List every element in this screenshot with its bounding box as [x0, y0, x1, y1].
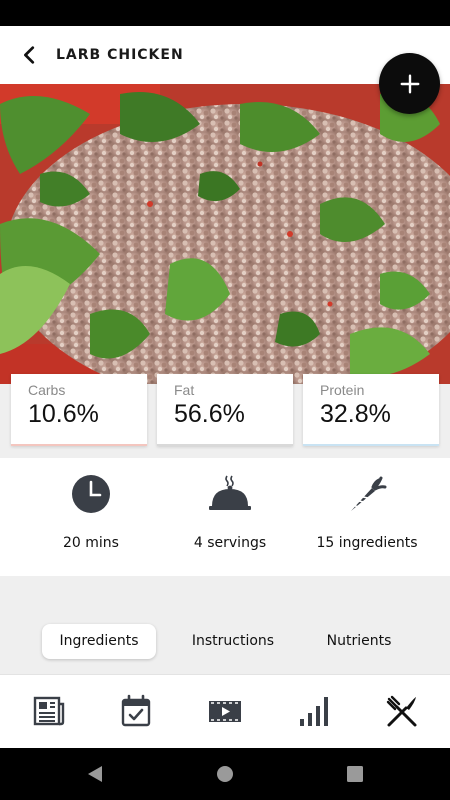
nav-news[interactable] — [31, 693, 67, 729]
system-recents-button[interactable] — [345, 764, 365, 784]
serving-dish-icon — [209, 475, 251, 510]
nav-recipes[interactable] — [384, 693, 420, 729]
macro-card-carbs: Carbs 10.6% — [11, 374, 147, 446]
ingredient-count-label: 15 ingredients — [316, 535, 418, 551]
add-button[interactable] — [379, 53, 440, 114]
bar-chart-icon — [300, 697, 328, 726]
macro-card-protein: Protein 32.8% — [303, 374, 439, 446]
plus-icon — [400, 74, 419, 93]
back-button[interactable] — [0, 26, 60, 84]
fork-knife-icon — [386, 695, 417, 727]
macro-card-fat: Fat 56.6% — [157, 374, 293, 446]
prep-time: 20 mins — [16, 458, 166, 576]
video-icon — [209, 701, 241, 722]
clock-icon — [72, 475, 110, 513]
news-icon — [33, 696, 65, 726]
system-nav-bar — [0, 748, 450, 800]
system-home-button[interactable] — [215, 764, 235, 784]
nav-videos[interactable] — [207, 693, 243, 729]
calendar-check-icon — [121, 694, 151, 727]
macro-value: 56.6% — [174, 400, 245, 428]
status-bar — [0, 0, 450, 26]
tab-ingredients[interactable]: Ingredients — [42, 624, 156, 659]
home-circle-icon — [217, 766, 233, 782]
chevron-left-icon — [24, 46, 35, 64]
tab-instructions[interactable]: Instructions — [176, 624, 290, 659]
tab-nutrients[interactable]: Nutrients — [306, 624, 412, 659]
prep-time-label: 20 mins — [63, 535, 119, 551]
ingredient-count: 15 ingredients — [292, 458, 442, 576]
system-back-button[interactable] — [85, 764, 105, 784]
servings-label: 4 servings — [193, 535, 267, 551]
recipe-info: 20 mins 4 servings 15 ingredients — [0, 458, 450, 576]
back-triangle-icon — [88, 766, 102, 782]
page-title: LARB CHICKEN — [56, 47, 184, 63]
macro-label: Fat — [174, 382, 195, 398]
carrot-icon — [350, 476, 387, 512]
recipe-image — [0, 84, 450, 384]
macro-value: 10.6% — [28, 400, 99, 428]
macro-label: Carbs — [28, 382, 66, 398]
macro-value: 32.8% — [320, 400, 391, 428]
recents-square-icon — [347, 766, 363, 782]
servings: 4 servings — [155, 458, 305, 576]
bottom-nav — [0, 674, 450, 748]
nav-meal-plan[interactable] — [118, 693, 154, 729]
nav-progress[interactable] — [296, 693, 332, 729]
macro-label: Protein — [320, 382, 365, 398]
